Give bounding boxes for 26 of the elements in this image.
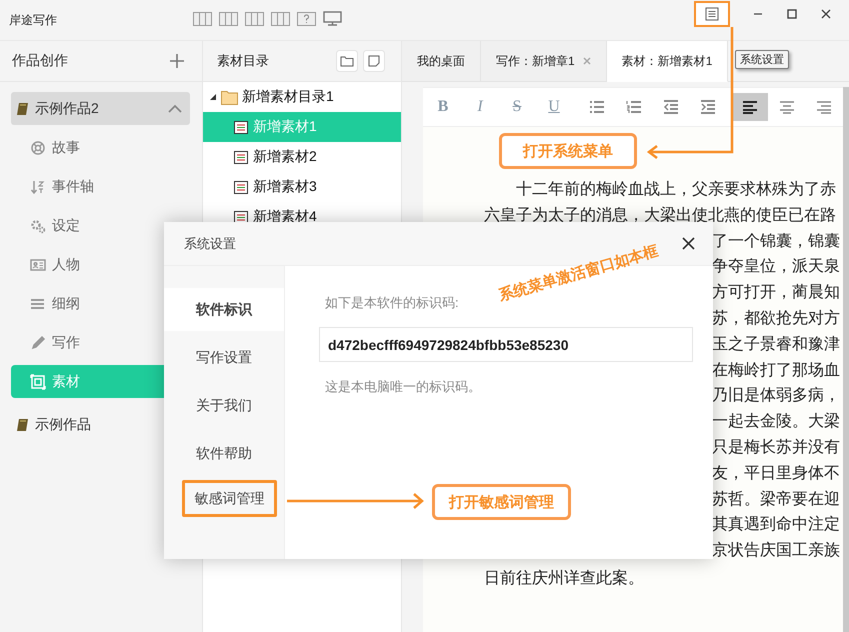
editor-text-line: 十二年前的梅岭血战上，父亲要求林殊为了赤	[516, 180, 836, 200]
editor-text-line: 争夺皇位，派天泉	[712, 256, 840, 278]
tree-title: 素材目录	[216, 52, 269, 70]
editor-text-line: 六皇子为太子的消息，大梁出使北燕的使臣已在路	[484, 206, 836, 226]
editor-text-line: 一起去金陵。大梁	[712, 412, 840, 432]
callout-label: 打开系统菜单	[499, 133, 637, 169]
note-text: 这是本电脑唯一的标识码。	[325, 378, 482, 396]
editor-text-line: 日前往庆州详查此案。	[484, 568, 644, 589]
editor-text-line: 苏哲。梁帝要在迎	[712, 490, 840, 510]
prompt-text: 如下是本软件的标识码:	[325, 294, 460, 312]
editor-text-line: 玉之子景睿和豫津	[712, 334, 840, 355]
tooltip: 系统设置	[735, 50, 789, 69]
annotation-text: 系统菜单激活窗口如本框	[496, 242, 660, 306]
dialog-title: 系统设置	[184, 234, 236, 252]
editor-text-line: 了一个锦囊，锦囊	[712, 232, 840, 252]
editor-text-line: 方可打开，蔺晨知	[712, 282, 840, 304]
editor-text-line: 京状告庆国工亲族	[712, 540, 840, 562]
callout-label: 打开敏感词管理	[432, 484, 571, 520]
editor-text-line: 友，平日里身体不	[712, 464, 840, 484]
editor-text-line: 乃旧是体弱多病，	[712, 386, 840, 406]
editor-text-line: 苏，都欲抢先对方	[712, 308, 840, 329]
app-title: 岸途写作	[9, 12, 58, 28]
sidebar-title: 作品创作	[12, 52, 68, 70]
editor-text-line: 只是梅长苏并没有	[712, 438, 840, 458]
editor-text-line: 在梅岭打了那场血	[712, 360, 840, 381]
editor-text-line: 其真遇到命中注定	[712, 514, 840, 536]
